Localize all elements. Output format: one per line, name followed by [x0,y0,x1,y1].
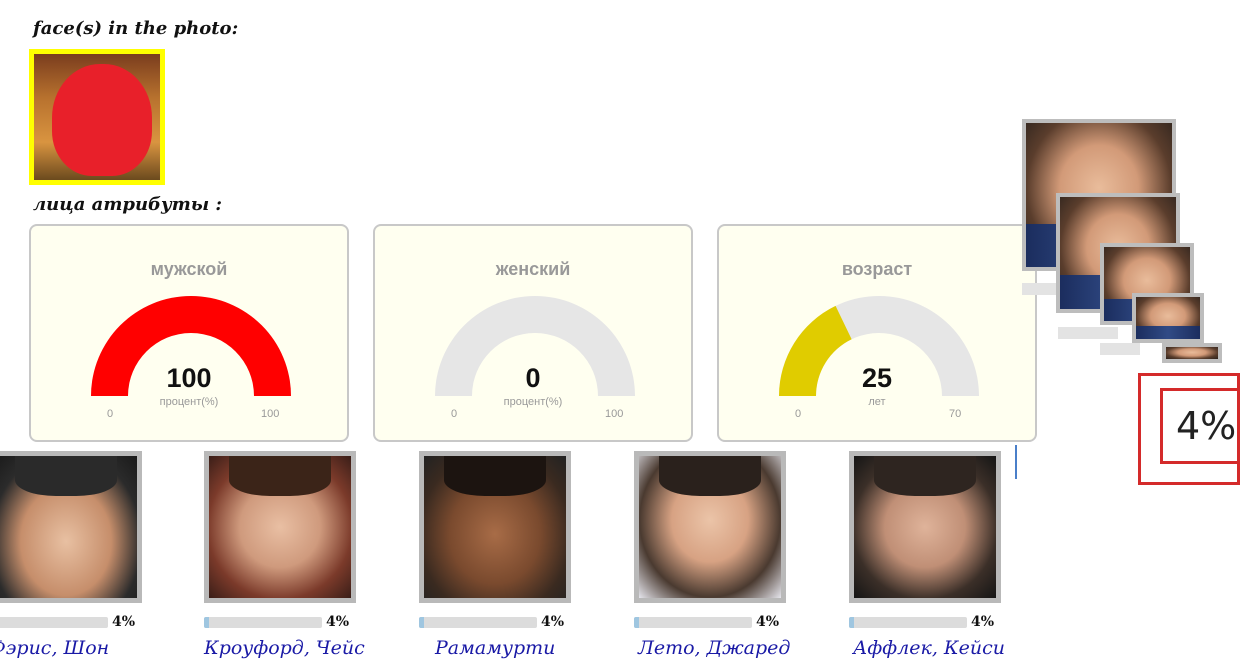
similarity-percent: 4% [326,614,350,630]
match-photo[interactable] [204,451,356,603]
gauge-unit: процент(%) [503,396,563,408]
match-photo[interactable] [849,451,1001,603]
match-name-link[interactable]: Лето, Джаред [638,637,818,659]
gauge-unit: лет [868,396,886,408]
similarity-bar [0,617,108,628]
zoom-frame-photo [1162,343,1222,363]
similarity-bar [849,617,967,628]
match-name-link[interactable]: Фэрис, Шон [0,637,170,659]
gauge-value: 100 [166,363,212,393]
gauge-arc-female [435,296,635,396]
match-photo[interactable] [634,451,786,603]
similarity-percent: 4% [971,614,995,630]
similarity-percent: 4% [756,614,780,630]
match-name-link[interactable]: Рамамурти [435,637,615,659]
similarity-bar [634,617,752,628]
zoom-frame-photo [1132,293,1204,343]
match-photo[interactable] [419,451,571,603]
match-zoom-stack [1016,115,1244,375]
gauge-max: 70 [949,408,962,420]
faces-section-title: face(s) in the photo: [33,18,239,39]
gauge-arc-age [779,296,979,396]
gauge-max: 100 [261,408,280,420]
gauge-value: 25 [861,363,893,393]
gauge-max: 100 [605,408,624,420]
gauge-card-male: мужской 100 процент(%) 0 100 [29,224,349,442]
zoom-frame-bar [1100,343,1140,355]
detected-face-thumbnail[interactable] [29,49,165,185]
similarity-bar-fill [849,617,854,628]
gauge-min: 0 [795,408,802,420]
similarity-percent: 4% [541,614,565,630]
gauge-card-age: возраст 25 лет 0 70 [717,224,1037,442]
similarity-percent: 4% [112,614,136,630]
similarity-bar-fill [419,617,424,628]
similarity-bar-fill [204,617,209,628]
zoom-percent-text: 4% [1176,404,1237,448]
match-name-link[interactable]: Аффлек, Кейси [853,637,1033,659]
similarity-bar-fill [634,617,639,628]
similarity-bar [419,617,537,628]
divider-accent [1015,445,1017,479]
gauge-min: 0 [451,408,458,420]
gauge-value: 0 [525,363,541,393]
attributes-section-title: лица атрибуты : [33,194,223,215]
gauge-unit: процент(%) [159,396,219,408]
match-name-link[interactable]: Кроуфорд, Чейс [204,637,384,659]
gauge-arc-male [91,295,291,396]
similarity-bar [204,617,322,628]
gauge-card-female: женский 0 процент(%) 0 100 [373,224,693,442]
match-photo[interactable] [0,451,142,603]
zoom-frame-bar [1058,327,1118,339]
face-redaction-mark [52,64,152,176]
gauge-min: 0 [107,408,114,420]
